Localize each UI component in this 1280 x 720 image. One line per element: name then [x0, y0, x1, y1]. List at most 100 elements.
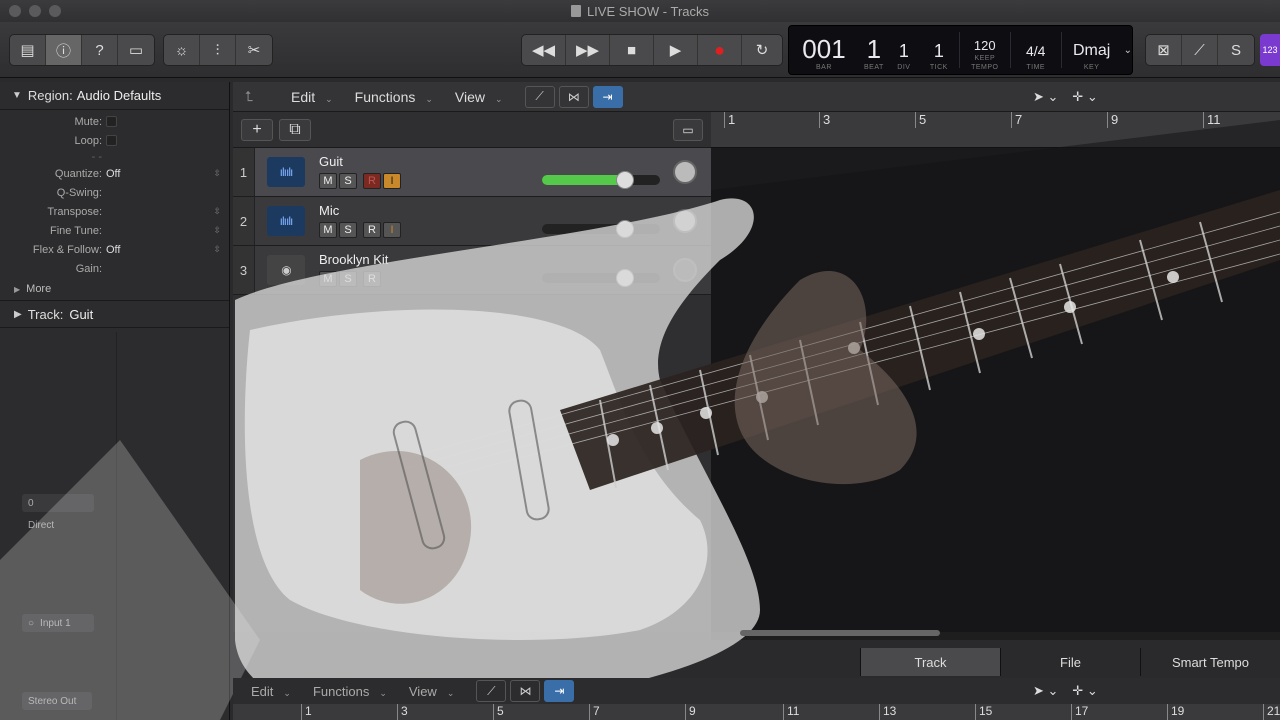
mute-checkbox[interactable]: [106, 116, 117, 127]
catch-icon: ⇥: [602, 89, 613, 104]
chevron-down-icon: ⌄: [425, 93, 433, 104]
mute-button[interactable]: M: [319, 173, 337, 189]
q-swing-row[interactable]: Q-Swing:: [0, 183, 229, 202]
track-row[interactable]: 1 ılıılı Guit M S R I: [233, 148, 711, 197]
stepper-icon: ⇳: [213, 244, 221, 254]
record-enable-button[interactable]: R: [363, 173, 381, 189]
toolbar-button[interactable]: ▭: [118, 35, 154, 65]
disclosure-right-icon: ▶: [14, 284, 21, 294]
automation-button[interactable]: ⟋: [524, 85, 555, 108]
region-header[interactable]: ▼ Region: Audio Defaults: [0, 82, 229, 110]
quick-help-button[interactable]: ?: [82, 35, 118, 65]
lcd-time-signature[interactable]: 4/4 TIME: [1011, 26, 1061, 74]
tab-smart-tempo[interactable]: Smart Tempo: [1140, 648, 1280, 676]
count-in-badge[interactable]: 123: [1260, 34, 1280, 66]
smart-controls-button[interactable]: ☼: [164, 35, 200, 65]
flex-button[interactable]: ⋈: [558, 85, 589, 108]
volume-fader[interactable]: [542, 171, 660, 189]
lcd-display[interactable]: 001 BAR 1 BEAT 1 DIV 1 TICK 120 KEEP TEM…: [788, 25, 1133, 75]
fader-knob[interactable]: [615, 171, 634, 189]
track-header[interactable]: ▶ Track: Guit: [0, 300, 229, 328]
record-button[interactable]: ●: [698, 35, 742, 65]
record-enable-button[interactable]: R: [363, 222, 381, 238]
gain-row[interactable]: Gain:: [0, 259, 229, 278]
editor-functions-menu[interactable]: Functions ⌄: [313, 684, 387, 699]
loop-row[interactable]: Loop:: [0, 131, 229, 150]
editor-pencil-tool-menu[interactable]: ✛ ⌄: [1072, 683, 1097, 699]
pan-knob[interactable]: [673, 160, 697, 184]
ruler-bar-label: 11: [1203, 112, 1221, 128]
output-slot[interactable]: Stereo Out: [22, 692, 92, 710]
editor-automation-button[interactable]: ⟋: [476, 680, 507, 702]
global-tracks-button[interactable]: ▭: [673, 118, 703, 141]
duplicate-track-button[interactable]: ⧉: [279, 118, 311, 141]
solo-button[interactable]: S: [339, 271, 357, 287]
fader-knob[interactable]: [615, 269, 634, 287]
record-enable-button[interactable]: R: [363, 271, 381, 287]
track-headers: + ⧉ ▭ 1 ılıılı Guit M S R I 2 ılıılı Mic…: [233, 112, 711, 632]
stop-button[interactable]: ■: [610, 35, 654, 65]
track-row[interactable]: 2 ılıılı Mic M S R I: [233, 197, 711, 246]
tab-track[interactable]: Track: [860, 648, 1000, 676]
editor-catch-button[interactable]: ⇥: [544, 680, 575, 702]
arrange-area[interactable]: 1 3 5 7 9 11: [711, 112, 1280, 632]
edit-menu[interactable]: Edit ⌄: [291, 89, 333, 105]
lcd-key[interactable]: Dmaj KEY: [1062, 26, 1122, 74]
volume-fader[interactable]: [542, 220, 660, 238]
bar-ruler[interactable]: 1 3 5 7 9 11: [711, 112, 1280, 148]
library-button[interactable]: ▤: [10, 35, 46, 65]
editor-ruler[interactable]: 1 3 5 7 9 11 13 15 17 19 21: [233, 704, 1280, 720]
flex-icon: ⋈: [567, 89, 580, 104]
input-slot[interactable]: ○ Input 1: [22, 614, 94, 632]
functions-menu[interactable]: Functions ⌄: [355, 89, 433, 105]
score-button[interactable]: S: [1218, 35, 1254, 65]
solo-button[interactable]: S: [339, 173, 357, 189]
forward-button[interactable]: ▶▶: [566, 35, 610, 65]
loop-checkbox[interactable]: [106, 135, 117, 146]
channel-value-field[interactable]: 0: [22, 494, 94, 512]
pan-knob[interactable]: [673, 209, 697, 233]
title-bar: LIVE SHOW - Tracks: [0, 0, 1280, 22]
editor-edit-menu[interactable]: Edit ⌄: [251, 684, 291, 699]
track-row[interactable]: 3 ◉ Brooklyn Kit M S R: [233, 246, 711, 295]
lcd-tempo[interactable]: 120 KEEP TEMPO: [960, 26, 1010, 74]
back-arrow-icon[interactable]: ⮤: [245, 88, 271, 105]
cycle-button[interactable]: ↻: [742, 35, 782, 65]
horizontal-scrollbar[interactable]: [740, 630, 940, 636]
right-buttons-group: ⊠ ⟋ S: [1145, 34, 1255, 66]
solo-button[interactable]: S: [339, 222, 357, 238]
catch-button[interactable]: ⇥: [592, 85, 623, 108]
volume-fader[interactable]: [542, 269, 660, 287]
duplicate-icon: ⧉: [289, 120, 301, 138]
flex-follow-row[interactable]: Flex & Follow: Off ⇳: [0, 240, 229, 259]
input-monitor-button[interactable]: I: [383, 173, 401, 189]
inspector-button[interactable]: ⓘ: [46, 35, 82, 65]
quantize-row[interactable]: Quantize: Off ⇳: [0, 164, 229, 183]
pointer-tool-menu[interactable]: ➤ ⌄: [1033, 89, 1058, 105]
tab-file[interactable]: File: [1000, 648, 1140, 676]
pan-knob[interactable]: [673, 258, 697, 282]
more-disclosure[interactable]: ▶ More: [0, 278, 229, 300]
fader-knob[interactable]: [615, 220, 634, 238]
tuner-button[interactable]: ⟋: [1182, 35, 1218, 65]
fine-tune-row[interactable]: Fine Tune: ⇳: [0, 221, 229, 240]
editor-view-menu[interactable]: View ⌄: [409, 684, 455, 699]
mute-button[interactable]: M: [319, 222, 337, 238]
mixer-button[interactable]: ⫶: [200, 35, 236, 65]
play-button[interactable]: ▶: [654, 35, 698, 65]
transpose-row[interactable]: Transpose: ⇳: [0, 202, 229, 221]
lcd-dropdown-icon[interactable]: ⌄: [1122, 26, 1132, 74]
mute-button[interactable]: M: [319, 271, 337, 287]
channel-divider: [116, 332, 117, 720]
add-track-button[interactable]: +: [241, 118, 273, 141]
input-monitor-button[interactable]: I: [383, 222, 401, 238]
view-menu[interactable]: View ⌄: [455, 89, 503, 105]
editor-flex-button[interactable]: ⋈: [510, 680, 541, 702]
list-editors-button[interactable]: ⊠: [1146, 35, 1182, 65]
editor-pointer-tool-menu[interactable]: ➤ ⌄: [1033, 683, 1058, 699]
editor-tool-menus: ➤ ⌄ ✛ ⌄: [1033, 683, 1098, 699]
editors-button[interactable]: ✂: [236, 35, 272, 65]
mute-row[interactable]: Mute:: [0, 112, 229, 131]
pencil-tool-menu[interactable]: ✛ ⌄: [1072, 89, 1097, 105]
rewind-button[interactable]: ◀◀: [522, 35, 566, 65]
